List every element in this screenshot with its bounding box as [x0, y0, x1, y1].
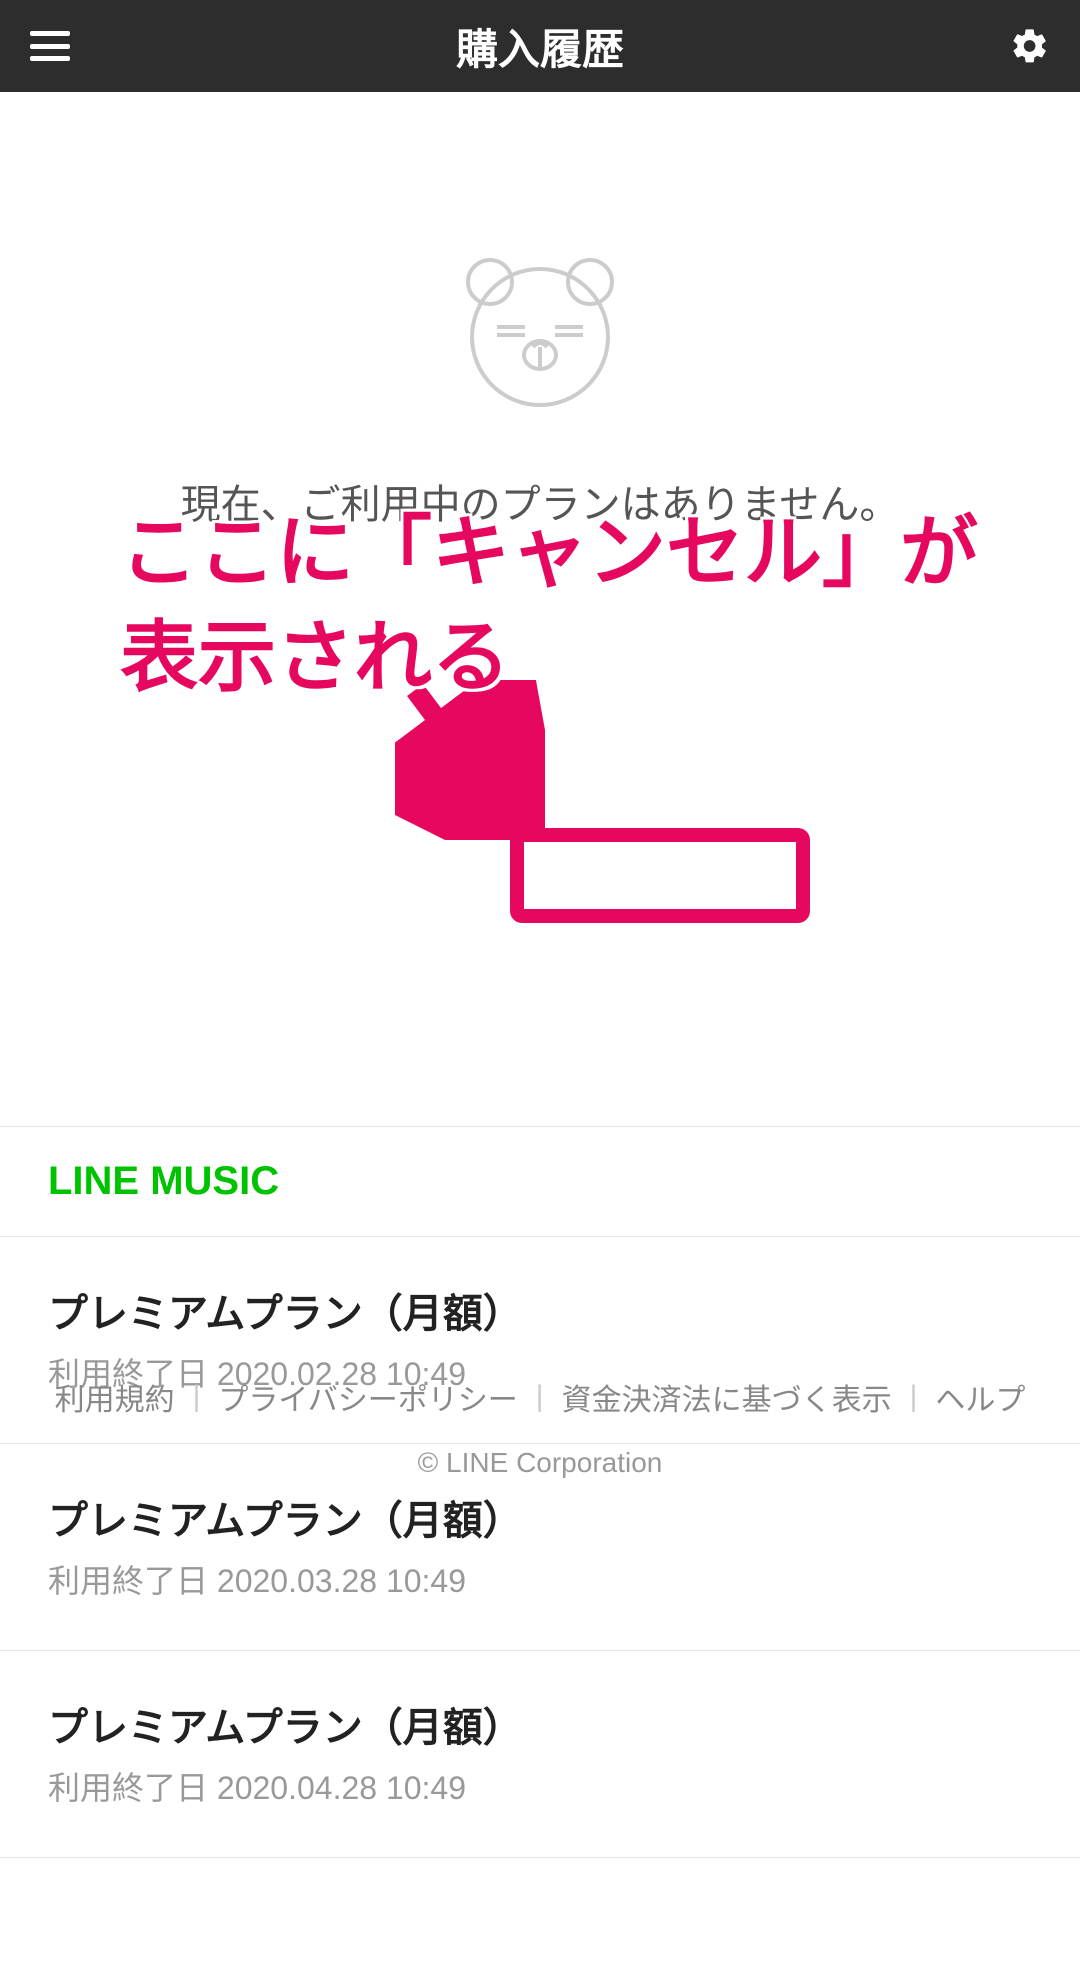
bear-icon: [455, 247, 625, 417]
plan-item[interactable]: プレミアムプラン（月額） 利用終了日 2020.04.28 10:49: [0, 1651, 1080, 1858]
footer-link-help[interactable]: ヘルプ: [917, 1375, 1043, 1419]
footer-link-terms[interactable]: 利用規約: [37, 1375, 193, 1419]
footer-links: 利用規約 | プライバシーポリシー | 資金決済法に基づく表示 | ヘルプ: [0, 1375, 1080, 1419]
separator: |: [910, 1380, 918, 1414]
annotation-text: ここに「キャンセル」が 表示される: [120, 500, 978, 711]
page-title: 購入履歴: [456, 16, 624, 77]
separator: |: [536, 1380, 544, 1414]
footer: 利用規約 | プライバシーポリシー | 資金決済法に基づく表示 | ヘルプ © …: [0, 1375, 1080, 1479]
app-header: 購入履歴: [0, 0, 1080, 92]
menu-icon[interactable]: [30, 31, 70, 61]
footer-link-privacy[interactable]: プライバシーポリシー: [200, 1375, 535, 1419]
section-header: LINE MUSIC: [0, 1126, 1080, 1237]
separator: |: [193, 1380, 201, 1414]
annotation-line-2: 表示される: [120, 605, 978, 710]
settings-icon[interactable]: [1010, 26, 1050, 66]
empty-state: 現在、ご利用中のプランはありません。: [0, 92, 1080, 530]
plan-end-date: 利用終了日 2020.03.28 10:49: [48, 1556, 1032, 1602]
plan-end-date: 利用終了日 2020.04.28 10:49: [48, 1763, 1032, 1809]
annotation-line-1: ここに「キャンセル」が: [120, 500, 978, 605]
section-title: LINE MUSIC: [48, 1159, 1032, 1204]
plan-name: プレミアムプラン（月額）: [48, 1695, 1032, 1753]
plan-name: プレミアムプラン（月額）: [48, 1281, 1032, 1339]
copyright: © LINE Corporation: [0, 1447, 1080, 1479]
highlight-box: [510, 828, 810, 923]
footer-link-funds[interactable]: 資金決済法に基づく表示: [544, 1375, 910, 1419]
plan-name: プレミアムプラン（月額）: [48, 1488, 1032, 1546]
